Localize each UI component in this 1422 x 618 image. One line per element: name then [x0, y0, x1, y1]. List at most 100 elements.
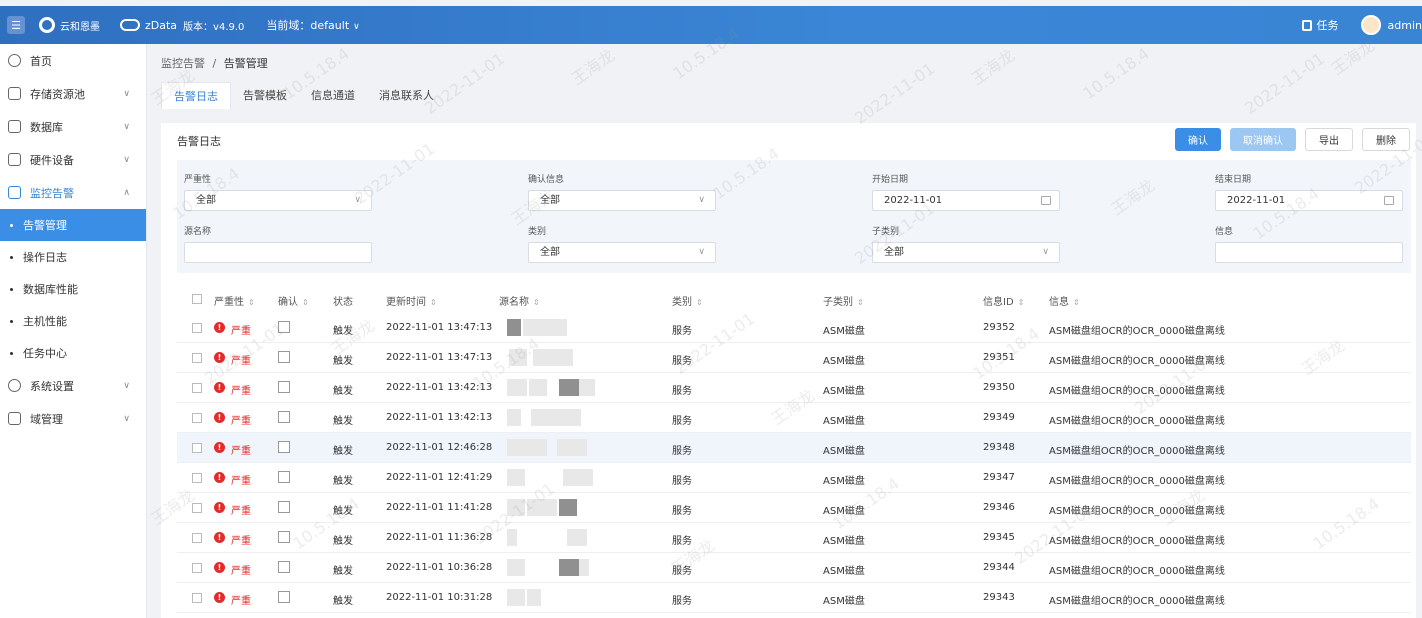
select-all-checkbox[interactable]	[192, 294, 202, 304]
sidebar-item-home[interactable]: 首页	[0, 44, 146, 77]
source-name-input[interactable]	[184, 242, 372, 263]
export-button[interactable]: 导出	[1305, 128, 1353, 151]
row-select-checkbox[interactable]	[192, 533, 202, 543]
sidebar-subitem-db-performance[interactable]: 数据库性能	[0, 273, 146, 305]
tab-alarm-log[interactable]: 告警日志	[161, 82, 231, 109]
breadcrumb-parent[interactable]: 监控告警	[161, 57, 205, 70]
chevron-down-icon: ∨	[354, 195, 361, 205]
end-date-picker[interactable]: 2022-11-01	[1215, 190, 1403, 211]
hamburger-menu-icon[interactable]: ☰	[7, 16, 25, 34]
delete-button[interactable]: 删除	[1362, 128, 1410, 151]
confirm-checkbox[interactable]	[278, 411, 290, 423]
table-row[interactable]: ! 严重 触发 2022-11-01 11:41:28 服务 ASM磁盘 29346 ASM磁…	[177, 493, 1411, 523]
table-row[interactable]: ! 严重 触发 2022-11-01 12:41:29 服务 ASM磁盘 29347 ASM磁…	[177, 463, 1411, 493]
info-cell: ASM磁盘组OCR的OCR_0000磁盘离线	[1049, 416, 1225, 427]
info-input[interactable]	[1215, 242, 1403, 263]
user-name[interactable]: admin	[1388, 19, 1422, 32]
confirm-checkbox[interactable]	[278, 471, 290, 483]
sub-category-select[interactable]: 全部 ∨	[872, 242, 1060, 263]
avatar[interactable]	[1360, 15, 1381, 35]
sidebar-subitem-host-performance[interactable]: 主机性能	[0, 305, 146, 337]
column-header-severity[interactable]: 严重性 ⇕	[214, 293, 255, 308]
redacted-source-name	[507, 439, 547, 456]
column-header-category[interactable]: 类别 ⇕	[672, 293, 703, 308]
domain-selector[interactable]: 当前域：default ∨	[266, 17, 359, 33]
column-header-confirm[interactable]: 确认 ⇕	[278, 293, 309, 308]
sidebar-subitem-operation-log[interactable]: 操作日志	[0, 241, 146, 273]
column-header-info-id[interactable]: 信息ID ⇕	[983, 293, 1024, 308]
product-name: zData	[145, 18, 178, 32]
confirm-info-select[interactable]: 全部 ∨	[528, 190, 716, 211]
tab-info-channel[interactable]: 信息通道	[299, 82, 367, 109]
redacted-source-name	[507, 559, 525, 576]
sub-category-cell: ASM磁盘	[823, 536, 865, 547]
sidebar-subitem-task-center[interactable]: 任务中心	[0, 337, 146, 369]
column-header-source-name[interactable]: 源名称 ⇕	[499, 293, 540, 308]
confirm-checkbox[interactable]	[278, 591, 290, 603]
confirm-checkbox[interactable]	[278, 531, 290, 543]
clipboard-icon[interactable]	[1301, 19, 1312, 31]
confirm-checkbox[interactable]	[278, 441, 290, 453]
confirm-checkbox[interactable]	[278, 321, 290, 333]
info-cell: ASM磁盘组OCR的OCR_0000磁盘离线	[1049, 566, 1225, 577]
info-id-cell: 29346	[983, 502, 1015, 513]
bullet-icon	[10, 255, 13, 259]
column-label: 确认	[278, 297, 298, 308]
alert-icon: !	[214, 532, 225, 543]
table-row[interactable]: ! 严重 触发 2022-11-01 13:42:13 服务 ASM磁盘 29350 ASM磁…	[177, 373, 1411, 403]
column-header-update-time[interactable]: 更新时间 ⇕	[386, 293, 437, 308]
sidebar-item-monitoring[interactable]: 监控告警 ∧	[0, 176, 146, 209]
row-select-checkbox[interactable]	[192, 383, 202, 393]
sub-category-cell: ASM磁盘	[823, 596, 865, 607]
confirm-button[interactable]: 确认	[1175, 128, 1221, 151]
watermark-text: 2022-11-01	[1240, 49, 1329, 118]
table-row[interactable]: ! 严重 触发 2022-11-01 11:36:28 服务 ASM磁盘 29345 ASM磁…	[177, 523, 1411, 553]
info-cell: ASM磁盘组OCR的OCR_0000磁盘离线	[1049, 476, 1225, 487]
sidebar-item-database[interactable]: 数据库 ∨	[0, 110, 146, 143]
table-row[interactable]: ! 严重 触发 2022-11-01 13:47:13 服务 ASM磁盘 29351 ASM磁…	[177, 343, 1411, 373]
row-select-checkbox[interactable]	[192, 473, 202, 483]
table-row[interactable]: ! 严重 触发 2022-11-01 13:42:13 服务 ASM磁盘 29349 ASM磁…	[177, 403, 1411, 433]
table-header: 严重性 ⇕ 确认 ⇕ 状态 更新时间 ⇕ 源名称 ⇕ 类别 ⇕ 子类别 ⇕ 信息ID ⇕ 信息…	[177, 286, 1411, 312]
start-date-label: 开始日期	[872, 175, 909, 185]
severity-select[interactable]: 全部 ∨	[184, 190, 372, 211]
table-row[interactable]: ! 严重 触发 2022-11-01 10:36:28 服务 ASM磁盘 29344 ASM磁…	[177, 553, 1411, 583]
sidebar-item-storage-pool[interactable]: 存储资源池 ∨	[0, 77, 146, 110]
task-link[interactable]: 任务	[1317, 17, 1339, 33]
time-cell: 2022-11-01 10:36:28	[386, 562, 493, 573]
category-label: 类别	[528, 227, 547, 237]
time-cell: 2022-11-01 12:41:29	[386, 472, 493, 483]
row-select-checkbox[interactable]	[192, 413, 202, 423]
confirm-checkbox[interactable]	[278, 351, 290, 363]
severity-cell: 严重	[231, 476, 251, 487]
row-select-checkbox[interactable]	[192, 443, 202, 453]
table-row[interactable]: ! 严重 触发 2022-11-01 12:46:28 服务 ASM磁盘 29348 ASM磁…	[177, 433, 1411, 463]
info-cell: ASM磁盘组OCR的OCR_0000磁盘离线	[1049, 596, 1225, 607]
category-select[interactable]: 全部 ∨	[528, 242, 716, 263]
redacted-source-name	[507, 469, 525, 486]
start-date-picker[interactable]: 2022-11-01	[872, 190, 1060, 211]
confirm-checkbox[interactable]	[278, 501, 290, 513]
calendar-icon	[1041, 196, 1051, 205]
sidebar-subitem-label: 告警管理	[23, 219, 67, 232]
category-cell: 服务	[672, 476, 692, 487]
sidebar-item-hardware[interactable]: 硬件设备 ∨	[0, 143, 146, 176]
sidebar-subitem-alarm-management[interactable]: 告警管理	[0, 209, 146, 241]
confirm-checkbox[interactable]	[278, 381, 290, 393]
table-row[interactable]: ! 严重 触发 2022-11-01 13:47:13 服务 ASM磁盘 29352 ASM磁…	[177, 313, 1411, 343]
row-select-checkbox[interactable]	[192, 593, 202, 603]
sidebar-item-domain-management[interactable]: 域管理 ∨	[0, 402, 146, 435]
sidebar-item-system-settings[interactable]: 系统设置 ∨	[0, 369, 146, 402]
confirm-checkbox[interactable]	[278, 561, 290, 573]
tab-message-contacts[interactable]: 消息联系人	[367, 82, 446, 109]
column-header-info[interactable]: 信息 ⇕	[1049, 293, 1080, 308]
row-select-checkbox[interactable]	[192, 323, 202, 333]
tab-alarm-template[interactable]: 告警模板	[231, 82, 299, 109]
severity-cell: 严重	[231, 506, 251, 517]
row-select-checkbox[interactable]	[192, 503, 202, 513]
column-header-sub-category[interactable]: 子类别 ⇕	[823, 293, 864, 308]
table-row[interactable]: ! 严重 触发 2022-11-01 10:31:28 服务 ASM磁盘 29343 ASM磁…	[177, 583, 1411, 613]
cancel-confirm-button[interactable]: 取消确认	[1230, 128, 1296, 151]
row-select-checkbox[interactable]	[192, 563, 202, 573]
row-select-checkbox[interactable]	[192, 353, 202, 363]
